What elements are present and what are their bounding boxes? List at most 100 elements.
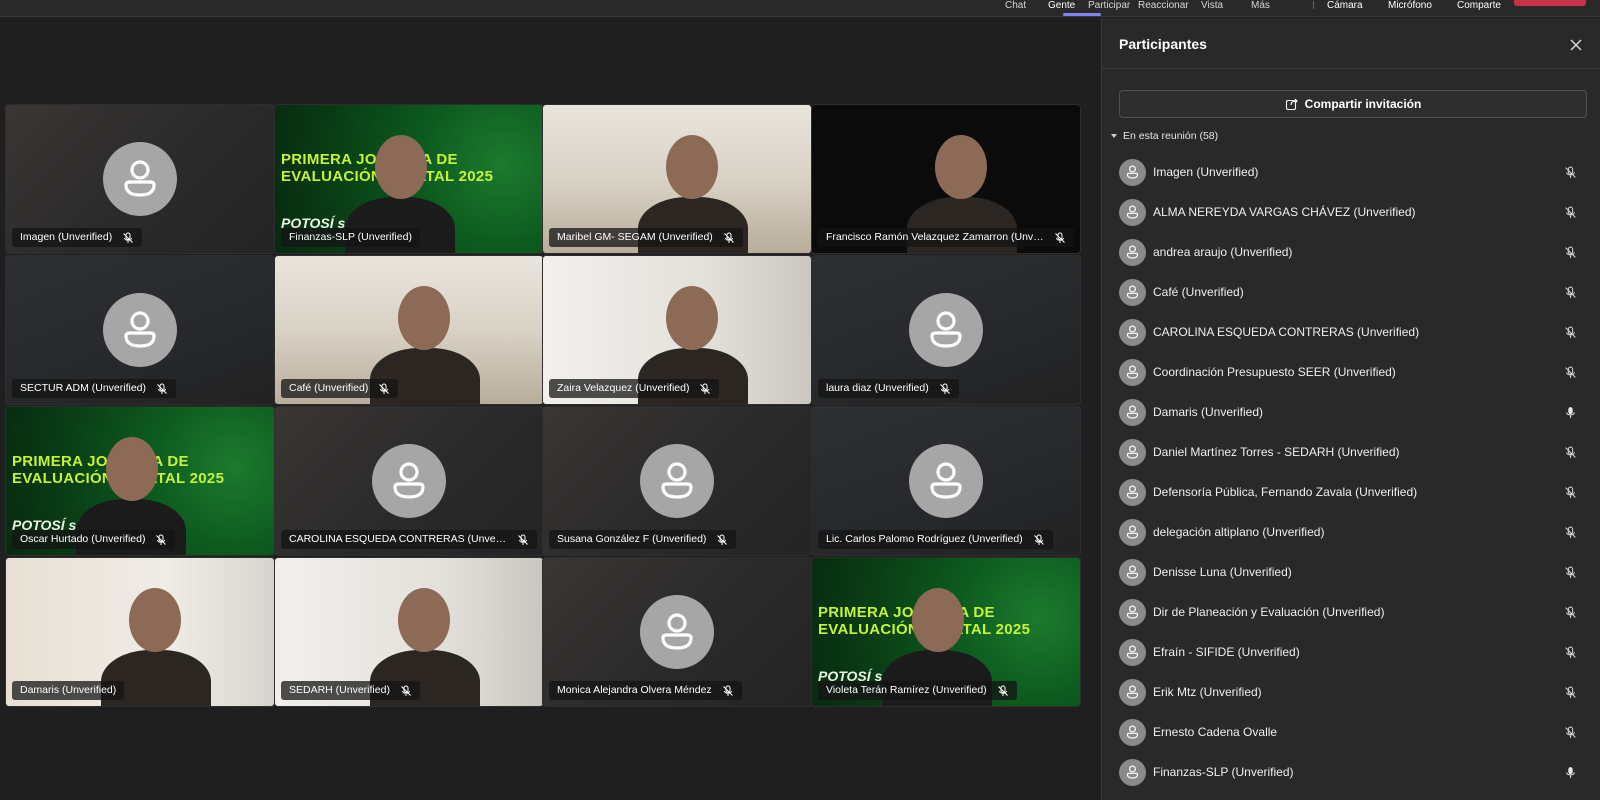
- mic-off-icon: [401, 685, 411, 696]
- view-button[interactable]: Vista: [1201, 0, 1223, 11]
- participant-list-name: CAROLINA ESQUEDA CONTRERAS (Unverified): [1153, 325, 1420, 339]
- avatar: [1119, 278, 1146, 306]
- close-icon[interactable]: [1568, 37, 1584, 53]
- people-button[interactable]: Gente: [1048, 0, 1075, 11]
- participant-list-name: Erik Mtz (Unverified): [1153, 685, 1262, 699]
- person-head: [912, 588, 964, 652]
- participant-list-item[interactable]: delegación altiplano (Unverified): [1119, 512, 1587, 552]
- participant-list-item[interactable]: Finanzas-SLP (Unverified): [1119, 752, 1587, 792]
- participant-list-item[interactable]: Erik Mtz (Unverified): [1119, 672, 1587, 712]
- more-button[interactable]: Más: [1251, 0, 1270, 11]
- mic-off-icon: [997, 685, 1008, 696]
- participant-list-item[interactable]: Efraín - SIFIDE (Unverified): [1119, 632, 1587, 672]
- participant-tile[interactable]: PRIMERA JORNADA DEEVALUACIÓN ESTATAL 202…: [5, 406, 275, 556]
- avatar: [1119, 438, 1146, 466]
- person-head: [129, 588, 181, 652]
- avatar: [1119, 518, 1146, 546]
- meeting-toolbar: Chat Gente Participar Reaccionar Vista M…: [0, 0, 1600, 17]
- participant-name-label: Lic. Carlos Palomo Rodríguez (Unverified…: [818, 530, 1053, 549]
- participant-list-item[interactable]: ALMA NEREYDA VARGAS CHÁVEZ (Unverified): [1119, 192, 1587, 232]
- participant-name: Damaris (Unverified): [20, 684, 117, 696]
- participant-tile[interactable]: Francisco Ramón Velazquez Zamarron (Unve…: [811, 104, 1081, 254]
- mic-off-icon: [1565, 286, 1576, 298]
- leave-button[interactable]: [1514, 0, 1586, 6]
- participant-name: SEDARH (Unverified): [289, 684, 390, 696]
- participant-list-item[interactable]: Damaris (Unverified): [1119, 392, 1587, 432]
- mic-off-icon: [700, 383, 711, 394]
- participant-tile[interactable]: Susana González F (Unverified): [542, 406, 812, 556]
- participant-tile[interactable]: SECTUR ADM (Unverified): [5, 255, 275, 405]
- participant-tile[interactable]: Zaira Velazquez (Unverified): [542, 255, 812, 405]
- react-button[interactable]: Reaccionar: [1138, 0, 1189, 11]
- mic-off-icon: [1565, 326, 1576, 338]
- participant-list-item[interactable]: Dir de Planeación y Evaluación (Unverifi…: [1119, 592, 1587, 632]
- participant-list-item[interactable]: Defensoría Pública, Fernando Zavala (Unv…: [1119, 472, 1587, 512]
- participant-list-name: Café (Unverified): [1153, 285, 1244, 299]
- participant-list-item[interactable]: Imagen (Unverified): [1119, 152, 1587, 192]
- avatar: [640, 595, 714, 669]
- participant-name: Finanzas-SLP (Unverified): [289, 231, 412, 243]
- participant-list-item[interactable]: andrea araujo (Unverified): [1119, 232, 1587, 272]
- participant-name: Monica Alejandra Olvera Méndez: [557, 684, 712, 696]
- microphone-button[interactable]: Micrófono: [1388, 0, 1432, 11]
- participant-list-item[interactable]: Café (Unverified): [1119, 272, 1587, 312]
- participant-name: Francisco Ramón Velazquez Zamarron (Unve…: [826, 231, 1044, 243]
- share-button[interactable]: Comparte: [1457, 0, 1501, 11]
- participant-tile[interactable]: Damaris (Unverified): [5, 557, 275, 707]
- participant-name-label: CAROLINA ESQUEDA CONTRERAS (Unverifi...: [281, 530, 537, 549]
- participant-tile[interactable]: Maribel GM- SEGAM (Unverified): [542, 104, 812, 254]
- participant-list-name: delegación altiplano (Unverified): [1153, 525, 1325, 539]
- participant-list-name: Coordinación Presupuesto SEER (Unverifie…: [1153, 365, 1396, 379]
- person-icon: [124, 160, 156, 197]
- participant-name-label: Maribel GM- SEGAM (Unverified): [549, 228, 743, 247]
- avatar: [1119, 318, 1146, 346]
- mic-off-icon: [1565, 646, 1576, 658]
- join-button[interactable]: Participar: [1088, 0, 1130, 11]
- participant-tile[interactable]: CAROLINA ESQUEDA CONTRERAS (Unverifi...: [274, 406, 544, 556]
- section-label: En esta reunión (58): [1123, 130, 1219, 142]
- mic-off-icon: [1565, 486, 1576, 498]
- participant-list-item[interactable]: Daniel Martínez Torres - SEDARH (Unverif…: [1119, 432, 1587, 472]
- avatar: [372, 444, 446, 518]
- participant-list-name: Damaris (Unverified): [1153, 405, 1264, 419]
- participant-name-label: SECTUR ADM (Unverified): [12, 379, 177, 398]
- video-grid: Imagen (Unverified) PRIMERA JORNADA DE EVA…: [0, 18, 1100, 800]
- in-meeting-section-header[interactable]: En esta reunión (58): [1110, 130, 1218, 142]
- toolbar-divider: [1313, 1, 1314, 9]
- mic-off-icon: [1565, 366, 1576, 378]
- participant-tile[interactable]: laura diaz (Unverified): [811, 255, 1081, 405]
- participant-tile[interactable]: SEDARH (Unverified): [274, 557, 544, 707]
- avatar: [909, 444, 983, 518]
- mic-off-icon: [722, 685, 733, 696]
- camera-button[interactable]: Cámara: [1327, 0, 1363, 11]
- person-icon: [1126, 285, 1139, 299]
- participant-list-item[interactable]: CAROLINA ESQUEDA CONTRERAS (Unverified): [1119, 312, 1587, 352]
- avatar: [103, 142, 177, 216]
- mic-off-icon: [157, 383, 167, 394]
- participant-name: Imagen (Unverified): [20, 231, 113, 243]
- person-icon: [1126, 165, 1139, 179]
- person-icon: [1126, 725, 1139, 739]
- participant-tile[interactable]: PRIMERA JORNADA DEEVALUACIÓN ESTATAL 202…: [274, 104, 544, 254]
- participant-name: Café (Unverified): [289, 382, 369, 394]
- participant-tile[interactable]: Lic. Carlos Palomo Rodríguez (Unverified…: [811, 406, 1081, 556]
- mic-off-icon: [1565, 246, 1576, 258]
- participant-tile[interactable]: Imagen (Unverified): [5, 104, 275, 254]
- mic-off-icon: [1565, 686, 1576, 698]
- avatar: [1119, 598, 1146, 626]
- participant-list-item[interactable]: Denisse Luna (Unverified): [1119, 552, 1587, 592]
- participant-tile[interactable]: Monica Alejandra Olvera Méndez: [542, 557, 812, 707]
- share-invite-button[interactable]: Compartir invitación: [1119, 90, 1587, 118]
- participant-tile[interactable]: Café (Unverified): [274, 255, 544, 405]
- participant-tile[interactable]: PRIMERA JORNADA DEEVALUACIÓN ESTATAL 202…: [811, 557, 1081, 707]
- participant-list-item[interactable]: Coordinación Presupuesto SEER (Unverifie…: [1119, 352, 1587, 392]
- participant-list-item[interactable]: Ernesto Cadena Ovalle: [1119, 712, 1587, 752]
- participant-list-name: Finanzas-SLP (Unverified): [1153, 765, 1294, 779]
- participant-name: Susana González F (Unverified): [557, 533, 707, 545]
- participant-name: CAROLINA ESQUEDA CONTRERAS (Unverifi...: [289, 533, 507, 545]
- person-head: [106, 437, 158, 501]
- chat-button[interactable]: Chat: [1005, 0, 1026, 11]
- avatar: [1119, 158, 1146, 186]
- person-icon: [1126, 765, 1139, 779]
- person-icon: [1126, 325, 1139, 339]
